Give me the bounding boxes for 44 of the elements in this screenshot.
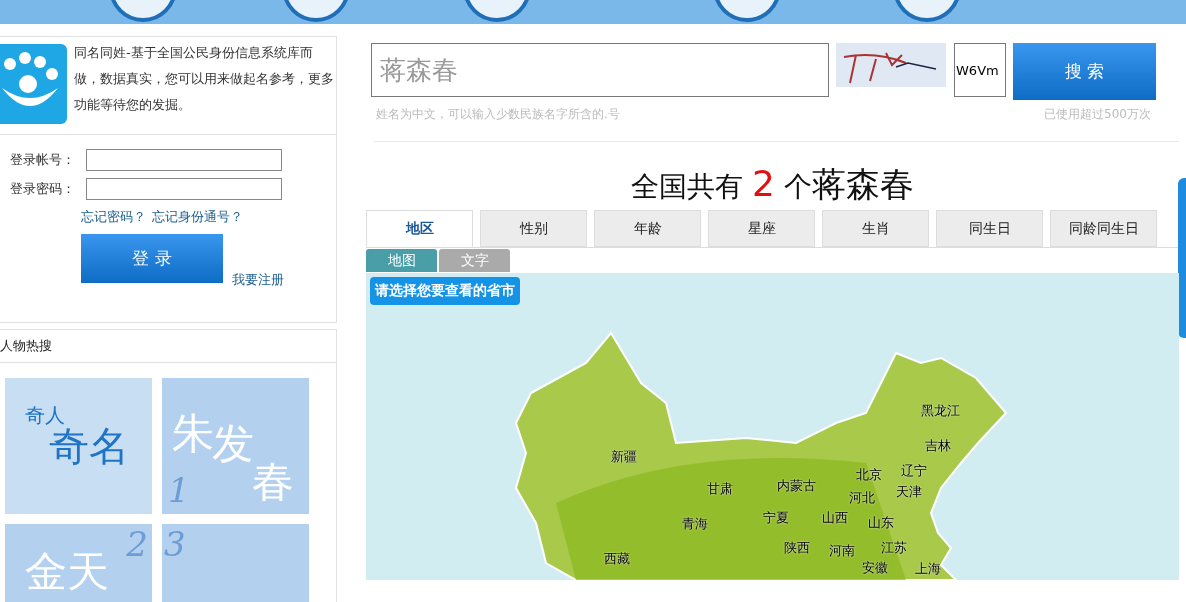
- search-hint: 姓名为中文，可以输入少数民族名字所含的.号: [376, 106, 620, 123]
- province-label[interactable]: 西藏: [604, 551, 630, 566]
- password-label: 登录密码：: [10, 180, 76, 198]
- stat-tab[interactable]: 生肖: [822, 210, 929, 247]
- side-tab[interactable]: [1178, 178, 1186, 338]
- province-label[interactable]: 河北: [849, 490, 875, 505]
- account-label: 登录帐号：: [10, 151, 76, 169]
- usage-count: 已使用超过500万次: [1044, 106, 1151, 123]
- province-label[interactable]: 江苏: [881, 540, 907, 555]
- map-prompt: 请选择您要查看的省市: [370, 277, 520, 305]
- login-button[interactable]: 登 录: [81, 234, 223, 283]
- stat-tab[interactable]: 星座: [708, 210, 815, 247]
- password-field[interactable]: [86, 178, 282, 200]
- province-label[interactable]: 内蒙古: [777, 478, 816, 493]
- stat-tab[interactable]: 同龄同生日: [1050, 210, 1157, 247]
- province-label[interactable]: 吉林: [925, 438, 951, 453]
- intro-text: 同名同姓-基于全国公民身份信息系统库而做，数据真实，您可以用来做起名参考，更多功能等待您的发掘。: [74, 44, 335, 114]
- province-label[interactable]: 青海: [682, 516, 708, 531]
- stat-tab[interactable]: 地区: [366, 210, 473, 247]
- stat-tab[interactable]: 同生日: [936, 210, 1043, 247]
- search-button[interactable]: 搜 索: [1013, 43, 1156, 100]
- province-label[interactable]: 山东: [868, 515, 894, 530]
- province-label[interactable]: 陕西: [784, 540, 810, 555]
- province-label[interactable]: 甘肃: [707, 481, 733, 496]
- province-label[interactable]: 天津: [896, 484, 922, 499]
- account-field[interactable]: [86, 149, 282, 171]
- stat-tab[interactable]: 年龄: [594, 210, 701, 247]
- province-label[interactable]: 辽宁: [901, 463, 927, 478]
- province-label[interactable]: 安徽: [862, 560, 888, 575]
- province-label[interactable]: 山西: [822, 510, 848, 525]
- register-link[interactable]: 我要注册: [232, 271, 284, 289]
- hot-title: 人物热搜: [0, 337, 52, 355]
- province-label[interactable]: 宁夏: [763, 510, 789, 525]
- captcha-field[interactable]: W6Vm: [954, 43, 1006, 97]
- result-heading: 全国共有 2 个蒋森春: [630, 162, 915, 206]
- forgot-link[interactable]: 忘记身份通号？: [152, 208, 243, 226]
- forgot-link[interactable]: 忘记密码？: [81, 208, 146, 226]
- province-label[interactable]: 河南: [829, 543, 855, 558]
- province-label[interactable]: 新疆: [611, 449, 637, 464]
- province-label[interactable]: 北京: [856, 467, 882, 482]
- province-label[interactable]: 黑龙江: [921, 403, 960, 418]
- stat-tab[interactable]: 性别: [480, 210, 587, 247]
- province-label[interactable]: 上海: [915, 561, 941, 576]
- hot-tile[interactable]: 奇人 奇名: [5, 378, 152, 514]
